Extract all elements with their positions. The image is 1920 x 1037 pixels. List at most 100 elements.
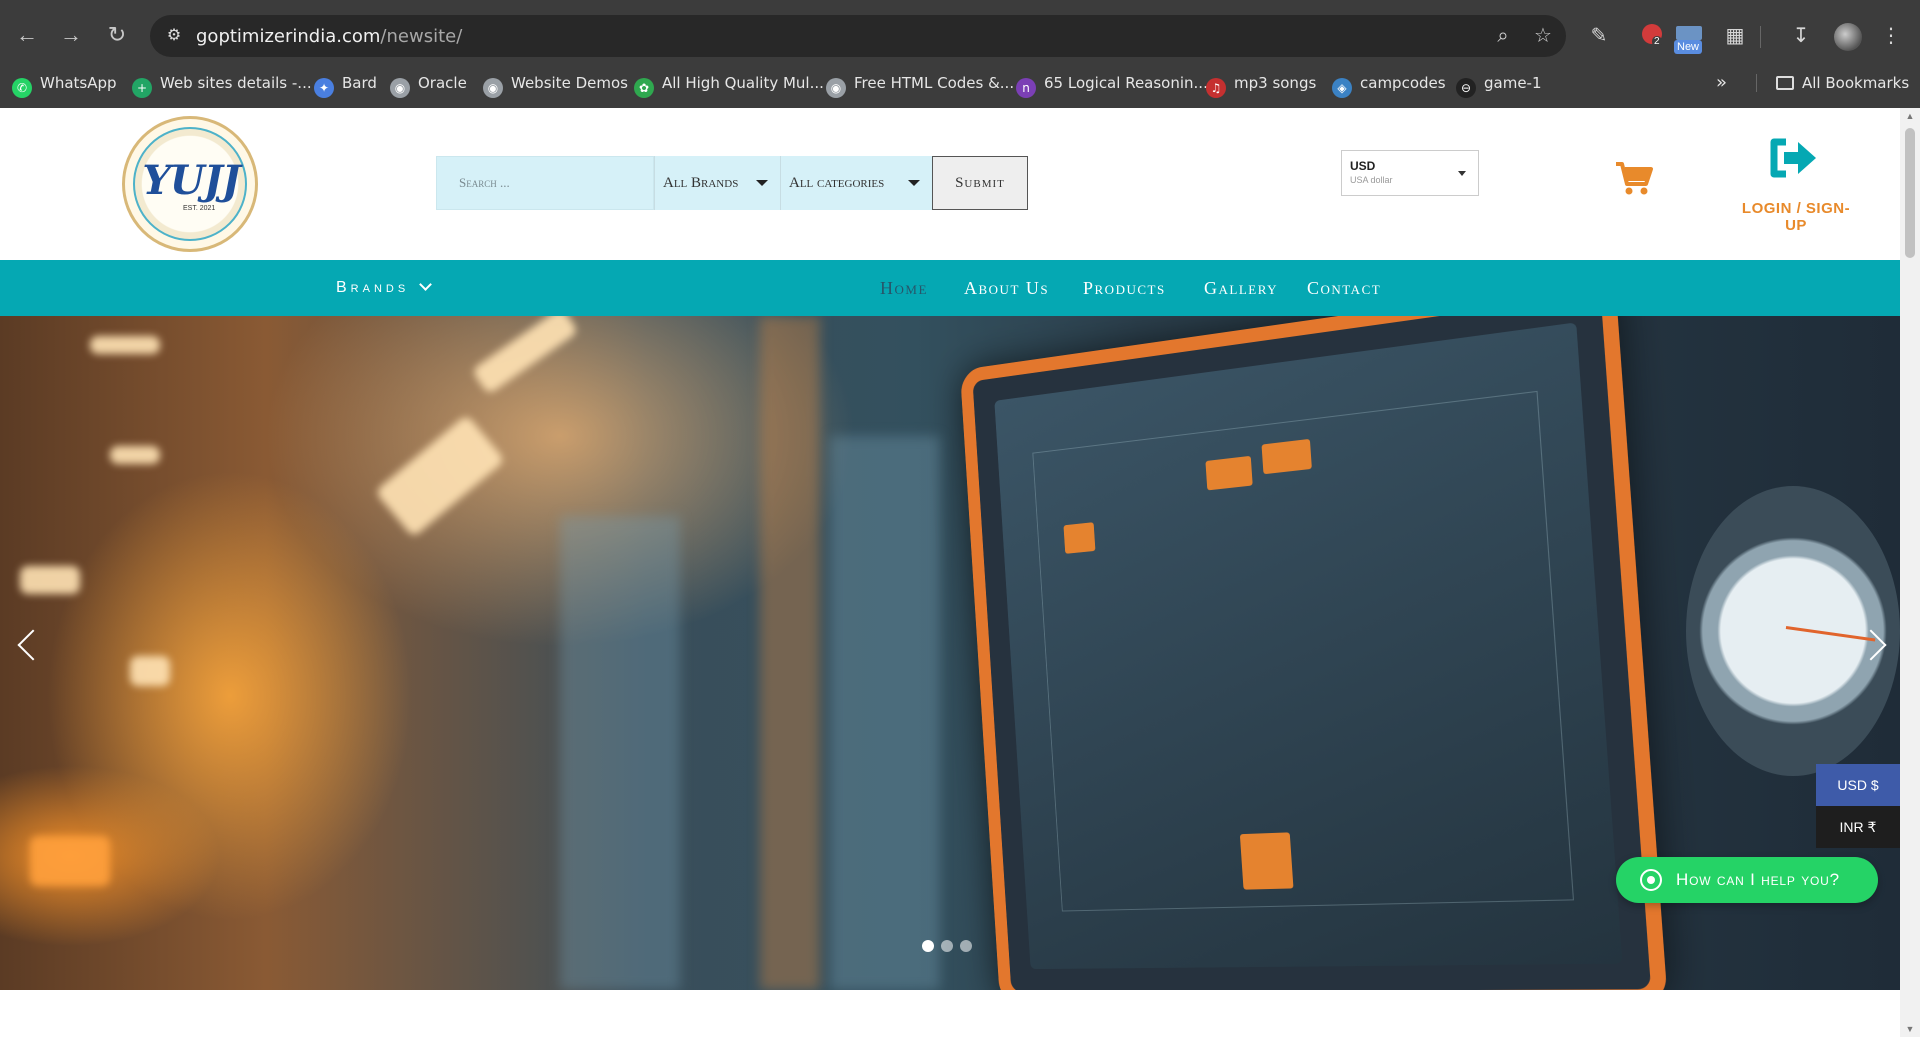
currency-usd-button[interactable]: USD $ xyxy=(1816,764,1900,806)
brands-menu-label: Brands xyxy=(336,279,410,296)
bookmark-label: Oracle xyxy=(418,74,467,92)
address-bar[interactable]: ⚙ goptimizerindia.com/newsite/ ⌕ ☆ xyxy=(150,15,1566,57)
hero-light xyxy=(130,656,170,686)
bookmark-label: Free HTML Codes &... xyxy=(854,74,1015,92)
brands-menu-toggle[interactable]: Brands xyxy=(336,260,433,316)
bookmark-item[interactable]: ◉ Website Demos xyxy=(483,68,628,98)
slider-prev-icon[interactable] xyxy=(17,629,49,661)
hero-monitor-image xyxy=(959,316,1668,990)
bard-icon: ✦ xyxy=(314,78,334,98)
bookmark-label: Web sites details -... xyxy=(160,74,312,92)
search-input[interactable] xyxy=(436,156,654,210)
url-text[interactable]: goptimizerindia.com/newsite/ xyxy=(196,26,462,47)
login-arrow-icon[interactable] xyxy=(1768,136,1820,180)
page-scrollbar[interactable]: ▲ ▼ xyxy=(1900,108,1920,1037)
extensions-puzzle-icon[interactable]: ▦ xyxy=(1720,21,1750,51)
search-submit-button[interactable]: Submit xyxy=(932,156,1028,210)
currency-code: USD xyxy=(1350,159,1376,173)
bookmark-item[interactable]: ◉ Free HTML Codes &... xyxy=(826,68,1014,98)
url-host: goptimizerindia.com xyxy=(196,26,381,47)
profile-avatar[interactable] xyxy=(1834,23,1862,51)
hero-light xyxy=(90,336,160,354)
hero-column xyxy=(560,516,680,990)
bookmark-item[interactable]: ⊖ game-1 xyxy=(1456,68,1542,98)
nav-products[interactable]: Products xyxy=(1083,260,1166,316)
browser-menu-icon[interactable]: ⋮ xyxy=(1876,21,1906,51)
nav-home[interactable]: Home xyxy=(880,260,928,316)
whatsapp-icon xyxy=(1640,869,1662,891)
nav-about-us[interactable]: About Us xyxy=(964,260,1049,316)
chevron-down-icon xyxy=(419,278,433,291)
logo-est: EST. 2021 xyxy=(183,205,216,212)
music-icon: ♫ xyxy=(1206,78,1226,98)
new-extension-icon[interactable]: New xyxy=(1674,26,1706,56)
monitor-screen xyxy=(994,322,1623,970)
bookmark-label: campcodes xyxy=(1360,74,1446,92)
globe-icon: ◉ xyxy=(483,78,503,98)
bookmark-label: Website Demos xyxy=(511,74,628,92)
bookmarks-bar: ✆ WhatsApp + Web sites details -... ✦ Bard ◉ Or… xyxy=(0,68,1920,98)
bookmark-label: All High Quality Mul... xyxy=(662,74,824,92)
download-icon[interactable]: ↧ xyxy=(1786,21,1816,51)
scroll-up-icon[interactable]: ▲ xyxy=(1900,108,1920,124)
bookmark-star-icon[interactable]: ☆ xyxy=(1530,23,1556,49)
nav-gallery[interactable]: Gallery xyxy=(1204,260,1278,316)
bookmark-item[interactable]: ✆ WhatsApp xyxy=(12,68,117,98)
whatsapp-chat-button[interactable]: How can I help you? xyxy=(1616,857,1878,903)
extension-badge-icon[interactable]: 2 xyxy=(1640,22,1666,48)
brands-dropdown[interactable]: All Brands xyxy=(654,156,780,210)
login-signup-link[interactable]: LOGIN / SIGN-UP xyxy=(1732,200,1860,234)
nav-contact[interactable]: Contact xyxy=(1307,260,1381,316)
bookmark-item[interactable]: ✦ Bard xyxy=(314,68,377,98)
hero-slider: USD $ INR ₹ xyxy=(0,316,1900,990)
monitor-panel xyxy=(1261,438,1312,475)
caret-down-icon xyxy=(756,180,768,186)
target-icon: ⊖ xyxy=(1456,78,1476,98)
hero-light xyxy=(20,566,80,594)
new-extension-box xyxy=(1676,26,1702,40)
bookmark-label: 65 Logical Reasonin... xyxy=(1044,74,1208,92)
currency-dropdown[interactable]: USD USA dollar xyxy=(1341,150,1479,196)
monitor-panel xyxy=(1239,832,1294,890)
categories-dropdown[interactable]: All categories xyxy=(780,156,932,210)
folder-icon xyxy=(1776,76,1794,90)
bookmark-item[interactable]: n 65 Logical Reasonin... xyxy=(1016,68,1208,98)
bookmark-item[interactable]: + Web sites details -... xyxy=(132,68,312,98)
bookmark-label: Bard xyxy=(342,74,377,92)
back-icon[interactable]: ← xyxy=(10,18,44,52)
main-nav-bar: Brands Home About Us Products Gallery Co… xyxy=(0,260,1900,316)
hero-light xyxy=(374,414,506,538)
slider-dot[interactable] xyxy=(922,940,934,952)
monitor-panel xyxy=(1205,455,1253,491)
site-logo[interactable]: YUJJ EST. 2021 xyxy=(122,116,258,252)
bookmark-item[interactable]: ◉ Oracle xyxy=(390,68,467,98)
reload-icon[interactable]: ↻ xyxy=(100,18,134,52)
scroll-down-icon[interactable]: ▼ xyxy=(1900,1021,1920,1037)
eyedropper-icon[interactable]: ✎ xyxy=(1584,21,1614,51)
zoom-icon[interactable]: ⌕ xyxy=(1490,23,1516,49)
more-bookmarks-icon[interactable]: » xyxy=(1716,68,1727,98)
bookmark-item[interactable]: ◈ campcodes xyxy=(1332,68,1446,98)
bookmark-label: WhatsApp xyxy=(40,74,117,92)
slider-dot[interactable] xyxy=(941,940,953,952)
caret-down-icon xyxy=(908,180,920,186)
monitor-panel xyxy=(1063,522,1096,554)
new-label: New xyxy=(1674,40,1703,54)
all-bookmarks-label: All Bookmarks xyxy=(1802,74,1910,92)
bookmark-item[interactable]: ✿ All High Quality Mul... xyxy=(634,68,824,98)
extension-count: 2 xyxy=(1652,36,1662,47)
cart-icon[interactable] xyxy=(1614,160,1654,196)
scroll-thumb[interactable] xyxy=(1905,128,1915,258)
leaf-icon: ✿ xyxy=(634,78,654,98)
categories-dropdown-value: All categories xyxy=(789,175,885,191)
bookmark-item[interactable]: ♫ mp3 songs xyxy=(1206,68,1316,98)
forward-icon[interactable]: → xyxy=(54,18,88,52)
slider-dot[interactable] xyxy=(960,940,972,952)
currency-name: USA dollar xyxy=(1350,175,1393,185)
site-info-icon[interactable]: ⚙ xyxy=(162,24,186,48)
currency-inr-button[interactable]: INR ₹ xyxy=(1816,806,1900,848)
hero-light xyxy=(471,316,579,395)
sheets-icon: + xyxy=(132,78,152,98)
all-bookmarks-button[interactable]: All Bookmarks xyxy=(1776,68,1909,98)
whatsapp-chat-label: How can I help you? xyxy=(1676,870,1840,889)
